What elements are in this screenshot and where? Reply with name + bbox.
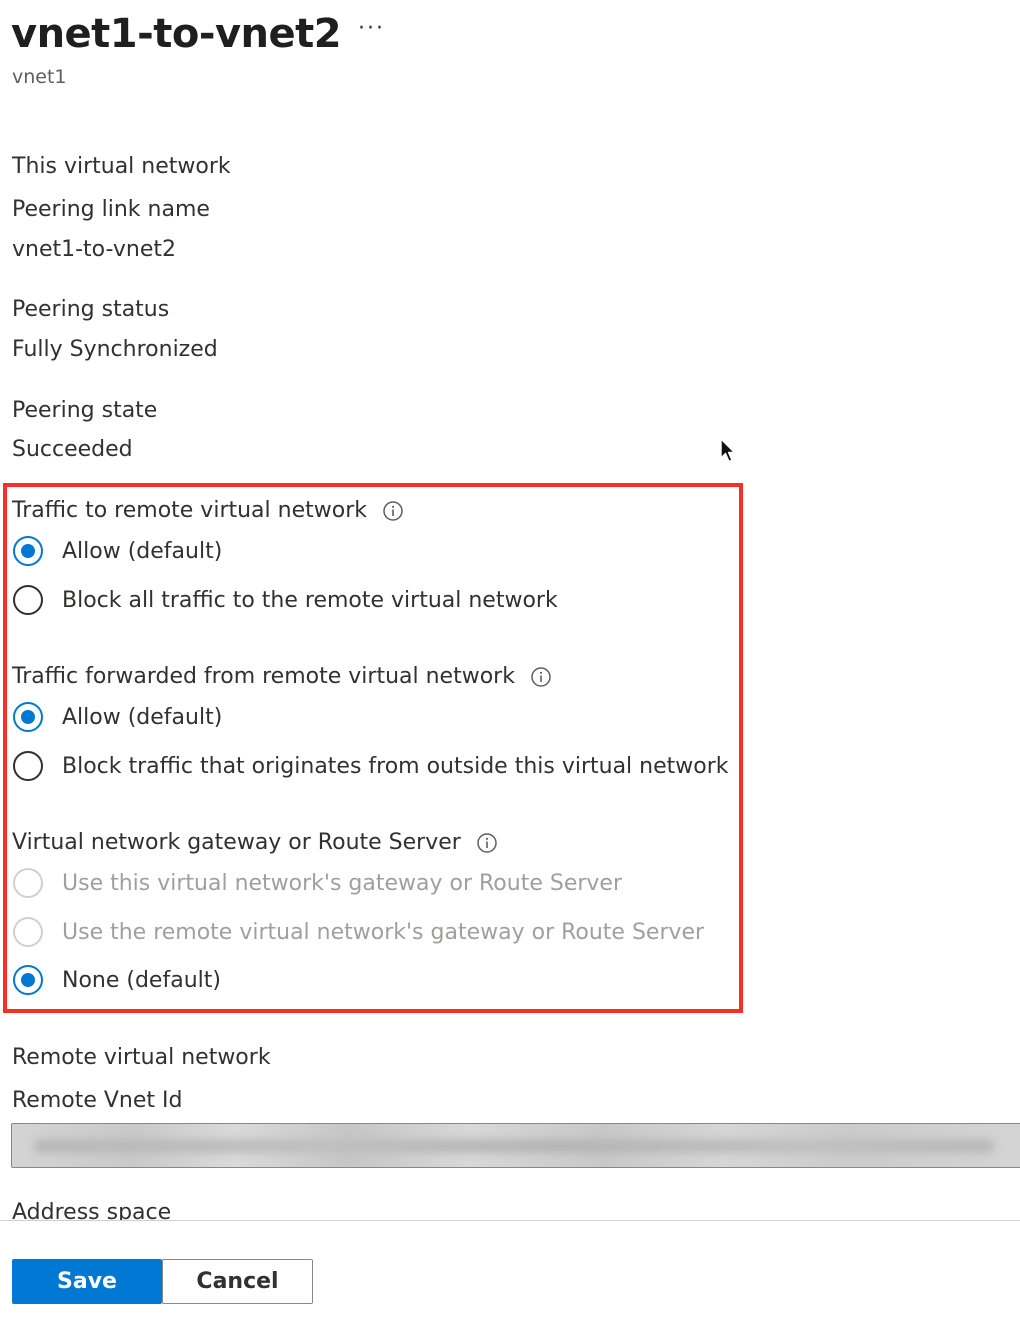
footer-divider (0, 1220, 1020, 1221)
remote-vnet-id-label: Remote Vnet Id (12, 1088, 183, 1113)
address-space-label: Address space (12, 1200, 172, 1220)
save-button[interactable]: Save (12, 1259, 162, 1304)
radio-button-checked[interactable] (13, 965, 43, 995)
info-icon[interactable] (531, 667, 551, 687)
mouse-cursor-icon (720, 438, 736, 463)
section-title-remote-vnet: Remote virtual network (12, 1045, 271, 1070)
radio-label: None (default) (62, 967, 221, 993)
gateway-group: Virtual network gateway or Route Server (12, 828, 497, 858)
traffic-forwarded-label: Traffic forwarded from remote virtual ne… (12, 664, 515, 689)
peering-link-name-label: Peering link name (12, 197, 210, 222)
traffic-forwarded-group: Traffic forwarded from remote virtual ne… (12, 662, 551, 692)
radio-label: Block traffic that originates from outsi… (62, 753, 729, 779)
radio-option-use-this-gateway: Use this virtual network's gateway or Ro… (13, 866, 622, 900)
radio-button-disabled (13, 917, 43, 947)
page-title: vnet1-to-vnet2 (11, 11, 342, 57)
radio-option-block-to-remote[interactable]: Block all traffic to the remote virtual … (13, 583, 558, 617)
radio-label: Allow (default) (62, 704, 223, 730)
peering-status-value: Fully Synchronized (12, 337, 218, 362)
radio-label: Use this virtual network's gateway or Ro… (62, 870, 623, 896)
radio-button[interactable] (13, 585, 43, 615)
blurred-value (34, 1139, 994, 1153)
peering-state-value: Succeeded (12, 437, 133, 462)
radio-button-checked[interactable] (13, 536, 43, 566)
section-title-this-vnet: This virtual network (12, 154, 231, 179)
radio-label: Block all traffic to the remote virtual … (62, 587, 558, 613)
radio-option-allow-forwarded[interactable]: Allow (default) (13, 700, 222, 734)
remote-vnet-id-field[interactable] (11, 1123, 1020, 1168)
peering-status-label: Peering status (12, 297, 170, 322)
page-subtitle: vnet1 (12, 66, 67, 88)
radio-option-none[interactable]: None (default) (13, 963, 221, 997)
gateway-label: Virtual network gateway or Route Server (12, 830, 461, 855)
more-options-button[interactable]: ··· (358, 16, 385, 41)
peering-state-label: Peering state (12, 398, 158, 423)
info-icon[interactable] (477, 833, 497, 853)
radio-button[interactable] (13, 751, 43, 781)
traffic-to-remote-group: Traffic to remote virtual network (12, 496, 403, 526)
peering-link-name-value: vnet1-to-vnet2 (12, 237, 177, 262)
radio-button-disabled (13, 868, 43, 898)
radio-option-block-forwarded[interactable]: Block traffic that originates from outsi… (13, 749, 729, 783)
cancel-button[interactable]: Cancel (162, 1259, 313, 1304)
radio-label: Allow (default) (62, 538, 223, 564)
radio-option-allow-to-remote[interactable]: Allow (default) (13, 534, 222, 568)
traffic-to-remote-label: Traffic to remote virtual network (12, 498, 367, 523)
radio-option-use-remote-gateway: Use the remote virtual network's gateway… (13, 915, 704, 949)
radio-button-checked[interactable] (13, 702, 43, 732)
radio-label: Use the remote virtual network's gateway… (62, 919, 705, 945)
info-icon[interactable] (383, 501, 403, 521)
